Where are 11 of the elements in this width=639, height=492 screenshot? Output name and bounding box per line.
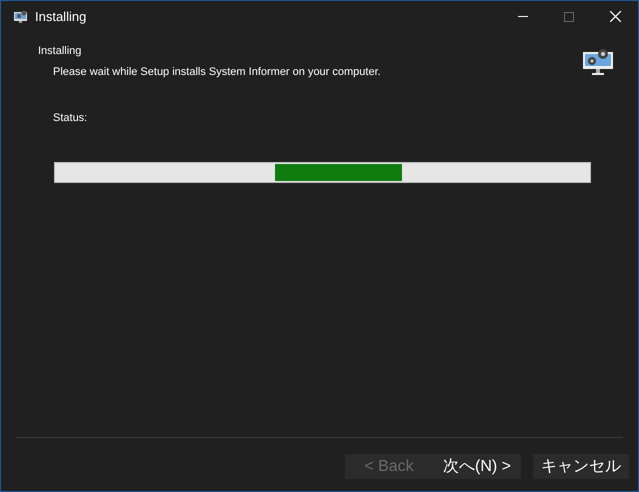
status-label: Status: — [53, 111, 88, 126]
installer-icon — [13, 10, 29, 24]
page-subtitle: Please wait while Setup installs System Informer on your computer. — [53, 64, 381, 80]
maximize-icon — [564, 12, 574, 22]
computer-gears-icon — [582, 46, 614, 76]
next-button[interactable]: 次へ(N) > — [433, 454, 521, 479]
minimize-icon — [518, 16, 528, 17]
close-icon — [610, 11, 620, 22]
window-title: Installing — [35, 8, 86, 26]
page-title: Installing — [38, 44, 82, 59]
cancel-button[interactable]: キャンセル — [533, 454, 629, 479]
